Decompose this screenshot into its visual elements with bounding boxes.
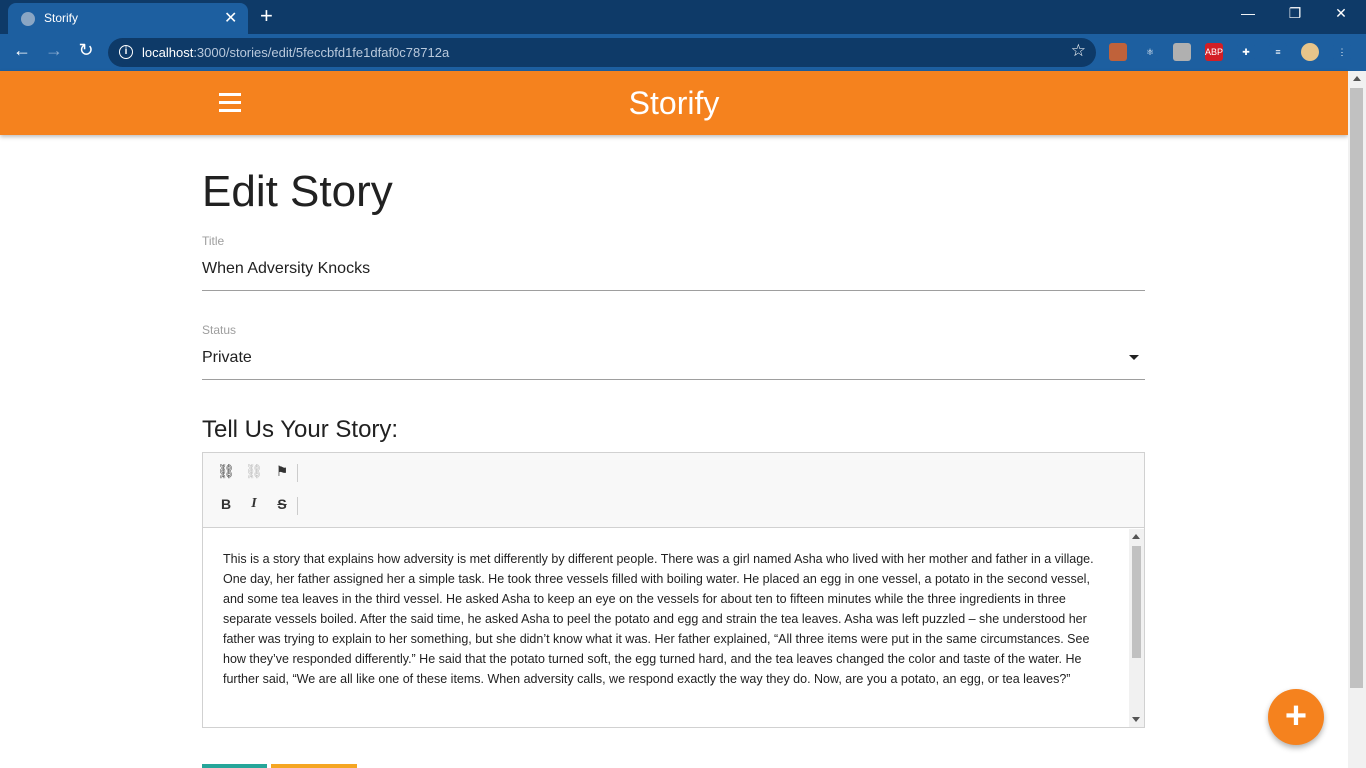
browser-tab[interactable]: Storify ✕	[8, 3, 248, 34]
address-bar[interactable]: i localhost:3000/stories/edit/5feccbfd1f…	[108, 38, 1096, 67]
browser-toolbar: ← → ↻ i localhost:3000/stories/edit/5fec…	[0, 34, 1366, 71]
brand-logo[interactable]: Storify	[0, 85, 1348, 122]
tab-title: Storify	[44, 11, 79, 25]
close-window-button[interactable]: ✕	[1326, 5, 1356, 22]
editor-toolbar: ⛓ ⛓ ⚑ B I S	[203, 453, 1144, 528]
more-vert-icon[interactable]: ⋮	[1333, 43, 1351, 61]
scroll-up-arrow-icon[interactable]	[1353, 76, 1361, 81]
status-select[interactable]: Private	[202, 349, 1145, 373]
story-heading: Tell Us Your Story:	[202, 416, 399, 443]
italic-button[interactable]: I	[243, 496, 265, 516]
cancel-button[interactable]	[271, 764, 357, 768]
reload-button[interactable]: ↻	[74, 40, 98, 61]
scroll-down-arrow-icon[interactable]	[1132, 717, 1140, 722]
bold-button[interactable]: B	[215, 496, 237, 516]
status-label: Status	[202, 323, 237, 337]
editor-scroll-thumb[interactable]	[1132, 546, 1141, 658]
forward-button[interactable]: →	[42, 40, 66, 61]
app-navbar: Storify	[0, 71, 1348, 135]
title-input[interactable]: When Adversity Knocks	[202, 260, 370, 278]
browser-tab-bar: Storify ✕ + — ❐ ✕	[0, 0, 1366, 34]
image-extension-icon[interactable]	[1109, 43, 1127, 61]
page-scroll-thumb[interactable]	[1350, 88, 1363, 688]
rich-text-editor: ⛓ ⛓ ⚑ B I S This is a story that explain…	[202, 452, 1145, 728]
submit-button[interactable]	[202, 764, 267, 768]
unlink-icon[interactable]: ⛓	[243, 463, 265, 483]
globe-icon	[21, 12, 35, 26]
chevron-down-icon[interactable]	[1129, 355, 1139, 360]
status-underline	[202, 379, 1145, 380]
strikethrough-button[interactable]: S	[271, 496, 293, 516]
page-scrollbar[interactable]	[1348, 71, 1366, 768]
page-title: Edit Story	[202, 167, 393, 216]
anchor-flag-icon[interactable]: ⚑	[271, 463, 293, 483]
minimize-button[interactable]: —	[1233, 5, 1263, 21]
toolbar-separator	[297, 497, 298, 515]
new-tab-button[interactable]: +	[260, 3, 273, 29]
back-button[interactable]: ←	[10, 40, 34, 61]
playlist-icon[interactable]: ≡	[1269, 43, 1287, 61]
react-devtools-icon[interactable]: ⚛	[1141, 43, 1159, 61]
editor-scrollbar[interactable]	[1129, 529, 1144, 727]
restore-button[interactable]: ❐	[1280, 5, 1310, 22]
close-tab-icon[interactable]: ✕	[224, 8, 237, 28]
info-icon[interactable]: i	[119, 45, 133, 59]
title-label: Title	[202, 234, 225, 248]
bookmark-star-icon[interactable]: ☆	[1071, 41, 1086, 61]
scroll-up-arrow-icon[interactable]	[1132, 534, 1140, 539]
adblock-plus-icon[interactable]: ABP	[1205, 43, 1223, 61]
link-icon[interactable]: ⛓	[215, 463, 237, 483]
profile-avatar-icon[interactable]	[1301, 43, 1319, 61]
puzzle-icon[interactable]: ✚	[1237, 43, 1255, 61]
gray-extension-icon[interactable]	[1173, 43, 1191, 61]
status-selected-value: Private	[202, 349, 252, 366]
add-story-fab[interactable]: +	[1268, 689, 1324, 745]
title-underline	[202, 290, 1145, 291]
toolbar-separator	[297, 464, 298, 482]
url-text[interactable]: localhost:3000/stories/edit/5feccbfd1fe1…	[142, 45, 449, 60]
story-body-textarea[interactable]: This is a story that explains how advers…	[203, 529, 1128, 727]
